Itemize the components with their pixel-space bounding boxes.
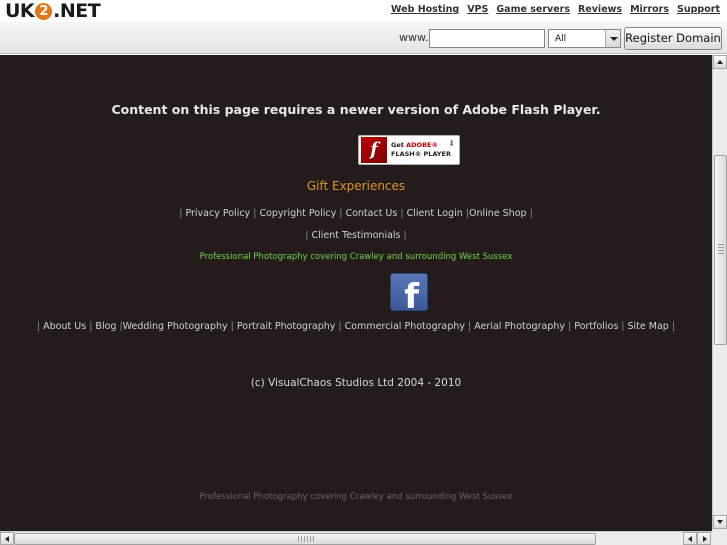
link-copyright-policy[interactable]: Copyright Policy xyxy=(259,208,336,219)
logo-suffix: .NET xyxy=(53,0,101,22)
download-icon: ⬇ xyxy=(448,139,455,148)
gift-experiences-link[interactable]: Gift Experiences xyxy=(0,179,712,193)
footer-links-row-2: | Client Testimonials | xyxy=(305,230,407,241)
copyright-text: (c) VisualChaos Studios Ltd 2004 - 2010 xyxy=(250,377,462,389)
link-about-us[interactable]: About Us xyxy=(43,321,86,332)
flash-badge-text: Get ADOBE® FLASH® PLAYER xyxy=(391,141,451,159)
link-commercial-photography[interactable]: Commercial Photography xyxy=(345,321,465,332)
link-contact-us[interactable]: Contact Us xyxy=(345,208,397,219)
flash-badge-get: Get xyxy=(391,141,407,149)
horizontal-scroll-thumb[interactable] xyxy=(14,533,596,545)
left-arrow-icon[interactable] xyxy=(683,532,697,545)
nav-reviews[interactable]: Reviews xyxy=(578,4,622,15)
link-portrait-photography[interactable]: Portrait Photography xyxy=(237,321,335,332)
tld-select[interactable]: All xyxy=(548,29,621,48)
link-wedding-photography[interactable]: Wedding Photography xyxy=(123,321,228,332)
link-client-login[interactable]: Client Login xyxy=(407,208,463,219)
register-domain-button[interactable]: Register Domain xyxy=(624,27,722,50)
flash-badge-player: FLASH® PLAYER xyxy=(391,150,451,158)
chevron-down-icon[interactable] xyxy=(605,30,620,47)
right-arrow-icon[interactable] xyxy=(697,532,711,545)
domain-input[interactable] xyxy=(429,29,545,48)
uk2-logo[interactable]: UK 2 .NET xyxy=(5,0,101,22)
link-privacy-policy[interactable]: Privacy Policy xyxy=(185,208,250,219)
footer-links-row-3: | About Us | Blog |Wedding Photography |… xyxy=(36,321,676,332)
grip-icon xyxy=(298,536,314,542)
link-blog[interactable]: Blog xyxy=(95,321,116,332)
link-online-shop[interactable]: Online Shop xyxy=(469,208,527,219)
get-flash-player-button[interactable]: f Get ADOBE® FLASH® PLAYER ⬇ xyxy=(358,135,460,165)
down-arrow-icon[interactable] xyxy=(713,515,727,529)
up-arrow-icon[interactable] xyxy=(713,55,727,69)
facebook-icon[interactable] xyxy=(390,273,428,314)
domain-search-bar: www. All Register Domain xyxy=(0,22,727,54)
link-portfolios[interactable]: Portfolios xyxy=(574,321,618,332)
left-arrow-icon[interactable] xyxy=(0,532,14,545)
nav-vps[interactable]: VPS xyxy=(467,4,488,15)
logo-digit: 2 xyxy=(35,2,53,20)
grip-icon xyxy=(718,244,724,256)
nav-mirrors[interactable]: Mirrors xyxy=(630,4,669,15)
promo-tagline: Professional Photography covering Crawle… xyxy=(199,252,513,262)
footer-links-row-1: | Privacy Policy | Copyright Policy | Co… xyxy=(179,208,533,219)
footer-seo-tagline: Professional Photography covering Crawle… xyxy=(199,492,513,502)
flash-required-message: Content on this page requires a newer ve… xyxy=(111,102,601,117)
tld-selected-value: All xyxy=(555,34,567,44)
link-site-map[interactable]: Site Map xyxy=(628,321,669,332)
nav-web-hosting[interactable]: Web Hosting xyxy=(391,4,459,15)
nav-game-servers[interactable]: Game servers xyxy=(496,4,570,15)
nav-support[interactable]: Support xyxy=(677,4,720,15)
flash-player-icon: f xyxy=(361,137,387,163)
www-label: www. xyxy=(399,31,429,44)
link-aerial-photography[interactable]: Aerial Photography xyxy=(474,321,565,332)
flash-badge-adobe: ADOBE® xyxy=(406,141,438,149)
top-bar: UK 2 .NET Web Hosting VPS Game servers Rev… xyxy=(0,0,727,22)
logo-prefix: UK xyxy=(5,0,35,22)
vertical-scrollbar[interactable] xyxy=(712,55,727,531)
vertical-scroll-thumb[interactable] xyxy=(714,155,727,345)
scrollbar-corner xyxy=(712,531,727,545)
page-content: Content on this page requires a newer ve… xyxy=(0,55,712,531)
top-nav: Web Hosting VPS Game servers Reviews Mir… xyxy=(391,4,720,15)
horizontal-scrollbar[interactable] xyxy=(0,531,712,545)
link-client-testimonials[interactable]: Client Testimonials xyxy=(311,230,400,241)
